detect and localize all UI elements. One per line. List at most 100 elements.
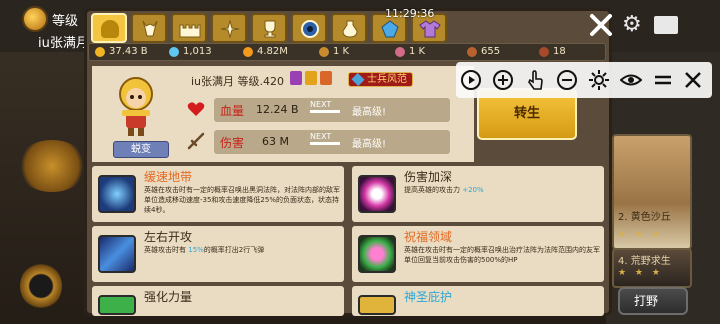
claw-icon <box>358 175 396 213</box>
skill-card-damage-boost[interactable]: 伤害加深 提高英雄的攻击力 +20% <box>352 166 604 222</box>
resource-cloak-value: 1 K <box>409 46 426 57</box>
skill-desc-highlight: 15% <box>188 246 204 254</box>
menu-icon[interactable] <box>652 69 674 91</box>
skill-card-power-boost[interactable]: 强化力量 <box>92 286 344 316</box>
potion-icon <box>342 20 358 38</box>
sparkle-icon <box>220 19 240 39</box>
skill-title: 祝福领域 <box>404 230 453 244</box>
settings-icon[interactable] <box>588 69 610 91</box>
portal-icon[interactable] <box>20 262 62 310</box>
resource-bar: 37.43 B 1,013 4.82M 1 K 1 K 655 18 <box>88 43 606 61</box>
skill-title: 强化力量 <box>144 290 193 304</box>
skill-desc: 英雄在攻击时有一定的概率召唤出黑洞法阵，对法阵内部的敌军单位造成移动速度-35和… <box>144 186 340 214</box>
resource-coin: 4.82M <box>243 46 288 57</box>
skill-title: 伤害加深 <box>404 170 453 184</box>
damage-next-label: NEXT <box>310 132 332 141</box>
skill-desc-highlight: +20% <box>462 186 484 194</box>
tab-potion[interactable] <box>331 13 367 43</box>
damage-max-label: 最高级! <box>352 139 387 150</box>
skills-grid: 缓速地带 英雄在攻击时有一定的概率召唤出黑洞法阵，对法阵内部的敌军单位造成移动速… <box>92 166 604 316</box>
coin-icon <box>243 46 253 57</box>
hero-rank-label: 士兵风范 <box>367 74 407 85</box>
skill-desc-text: 提高英雄的攻击力 <box>404 186 463 194</box>
damage-stat-row: 伤害 63 M NEXT 最高级! <box>214 130 450 154</box>
background-level-label: 等级 <box>52 14 79 29</box>
castle-icon <box>179 24 201 38</box>
hero-icon <box>101 20 119 38</box>
hp-max-label: 最高级! <box>352 107 387 118</box>
play-icon[interactable] <box>460 69 482 91</box>
zoom-out-icon[interactable] <box>556 69 578 91</box>
skill-card-blessing-zone[interactable]: 祝福领域 英雄在攻击时有一定的概率召唤出治疗法阵为法阵范围内的友军单位回复当前攻… <box>352 226 604 282</box>
hp-next-arrow-icon <box>310 110 340 113</box>
eye-icon[interactable] <box>620 69 642 91</box>
resource-cloak: 1 K <box>395 46 425 57</box>
hp-label: 血量 <box>220 104 245 118</box>
diamond-icon <box>169 46 179 57</box>
tab-hero[interactable] <box>91 13 127 43</box>
close-toolbar-icon[interactable] <box>682 69 704 91</box>
healing-cross-icon <box>358 235 396 273</box>
resource-gold-value: 37.43 B <box>109 46 148 57</box>
skill-title: 缓速地带 <box>144 170 193 184</box>
skill-desc: 英雄攻击时有 15%的概率打出2行飞弹 <box>144 245 340 255</box>
rank-gem-icon <box>351 72 365 87</box>
cloak-icon <box>395 46 405 57</box>
power-icon <box>98 295 136 315</box>
tab-orb[interactable] <box>291 13 327 43</box>
resource-coin-value: 4.82M <box>257 46 288 57</box>
horn-icon <box>319 46 329 57</box>
tab-deer[interactable] <box>131 13 167 43</box>
badge-orange-icon <box>320 71 332 85</box>
stage-stars: ★ ★ ★ <box>618 230 663 240</box>
skill-desc-text: 英雄攻击时有 <box>144 246 189 254</box>
hp-value: 12.24 B <box>256 103 299 116</box>
resource-meat: 655 <box>467 46 500 57</box>
hand-pointer-icon[interactable] <box>524 69 546 91</box>
gem-icon <box>381 20 399 38</box>
skill-desc-tail: 的概率打出2行飞弹 <box>203 246 265 254</box>
player-avatar[interactable] <box>22 6 48 32</box>
gold-icon <box>95 46 105 57</box>
hero-portrait <box>119 77 153 136</box>
mail-icon[interactable] <box>654 16 678 34</box>
settings-gear-icon[interactable]: ⚙ <box>622 14 644 36</box>
meat-icon <box>467 46 477 57</box>
skill-desc: 英雄在攻击时有一定的概率召唤出治疗法阵为法阵范围内的友军单位回复当前攻击伤害的5… <box>404 246 600 264</box>
sword-icon <box>187 132 205 150</box>
close-icon[interactable] <box>588 12 614 38</box>
zoom-in-icon[interactable] <box>492 69 514 91</box>
trophy-icon <box>264 20 276 38</box>
deer-icon <box>142 20 158 37</box>
hp-stat-row: 血量 12.24 B NEXT 最高级! <box>214 98 450 122</box>
tab-sparkle[interactable] <box>211 13 247 43</box>
heart-icon <box>187 102 205 116</box>
skill-card-holy-shield[interactable]: 神圣庇护 <box>352 286 604 316</box>
resource-horn: 1 K <box>319 46 349 57</box>
system-clock: 11:29:36 <box>385 7 435 20</box>
tab-castle[interactable] <box>171 13 207 43</box>
resource-gold: 37.43 B <box>95 46 148 57</box>
orb-icon <box>301 20 319 38</box>
badge-gold-icon <box>305 71 317 85</box>
stage-card-label: 2. 黄色沙丘 <box>618 212 671 223</box>
background-player-name: iu张满月 <box>38 36 89 51</box>
medal-icon[interactable] <box>16 140 88 192</box>
resource-chest-value: 18 <box>553 46 566 57</box>
skill-title: 神圣庇护 <box>404 290 453 304</box>
skill-title: 左右开攻 <box>144 230 193 244</box>
stage-stars: ★ ★ ★ <box>618 268 663 278</box>
hero-name-level: iu张满月 等级.420 <box>191 75 285 88</box>
skill-card-double-attack[interactable]: 左右开攻 英雄攻击时有 15%的概率打出2行飞弹 <box>92 226 344 282</box>
hero-badges <box>290 71 332 85</box>
damage-label: 伤害 <box>220 136 245 150</box>
missile-icon <box>98 235 136 273</box>
skill-card-slow-zone[interactable]: 缓速地带 英雄在攻击时有一定的概率召唤出黑洞法阵，对法阵内部的敌军单位造成移动速… <box>92 166 344 222</box>
badge-purple-icon <box>290 71 302 85</box>
damage-value: 63 M <box>262 135 289 148</box>
stage-card-label: 4. 荒野求生 <box>618 256 671 267</box>
overlay-toolbar <box>456 62 712 98</box>
resource-horn-value: 1 K <box>333 46 350 57</box>
morph-button[interactable]: 蜕变 <box>113 141 169 158</box>
tab-trophy[interactable] <box>251 13 287 43</box>
